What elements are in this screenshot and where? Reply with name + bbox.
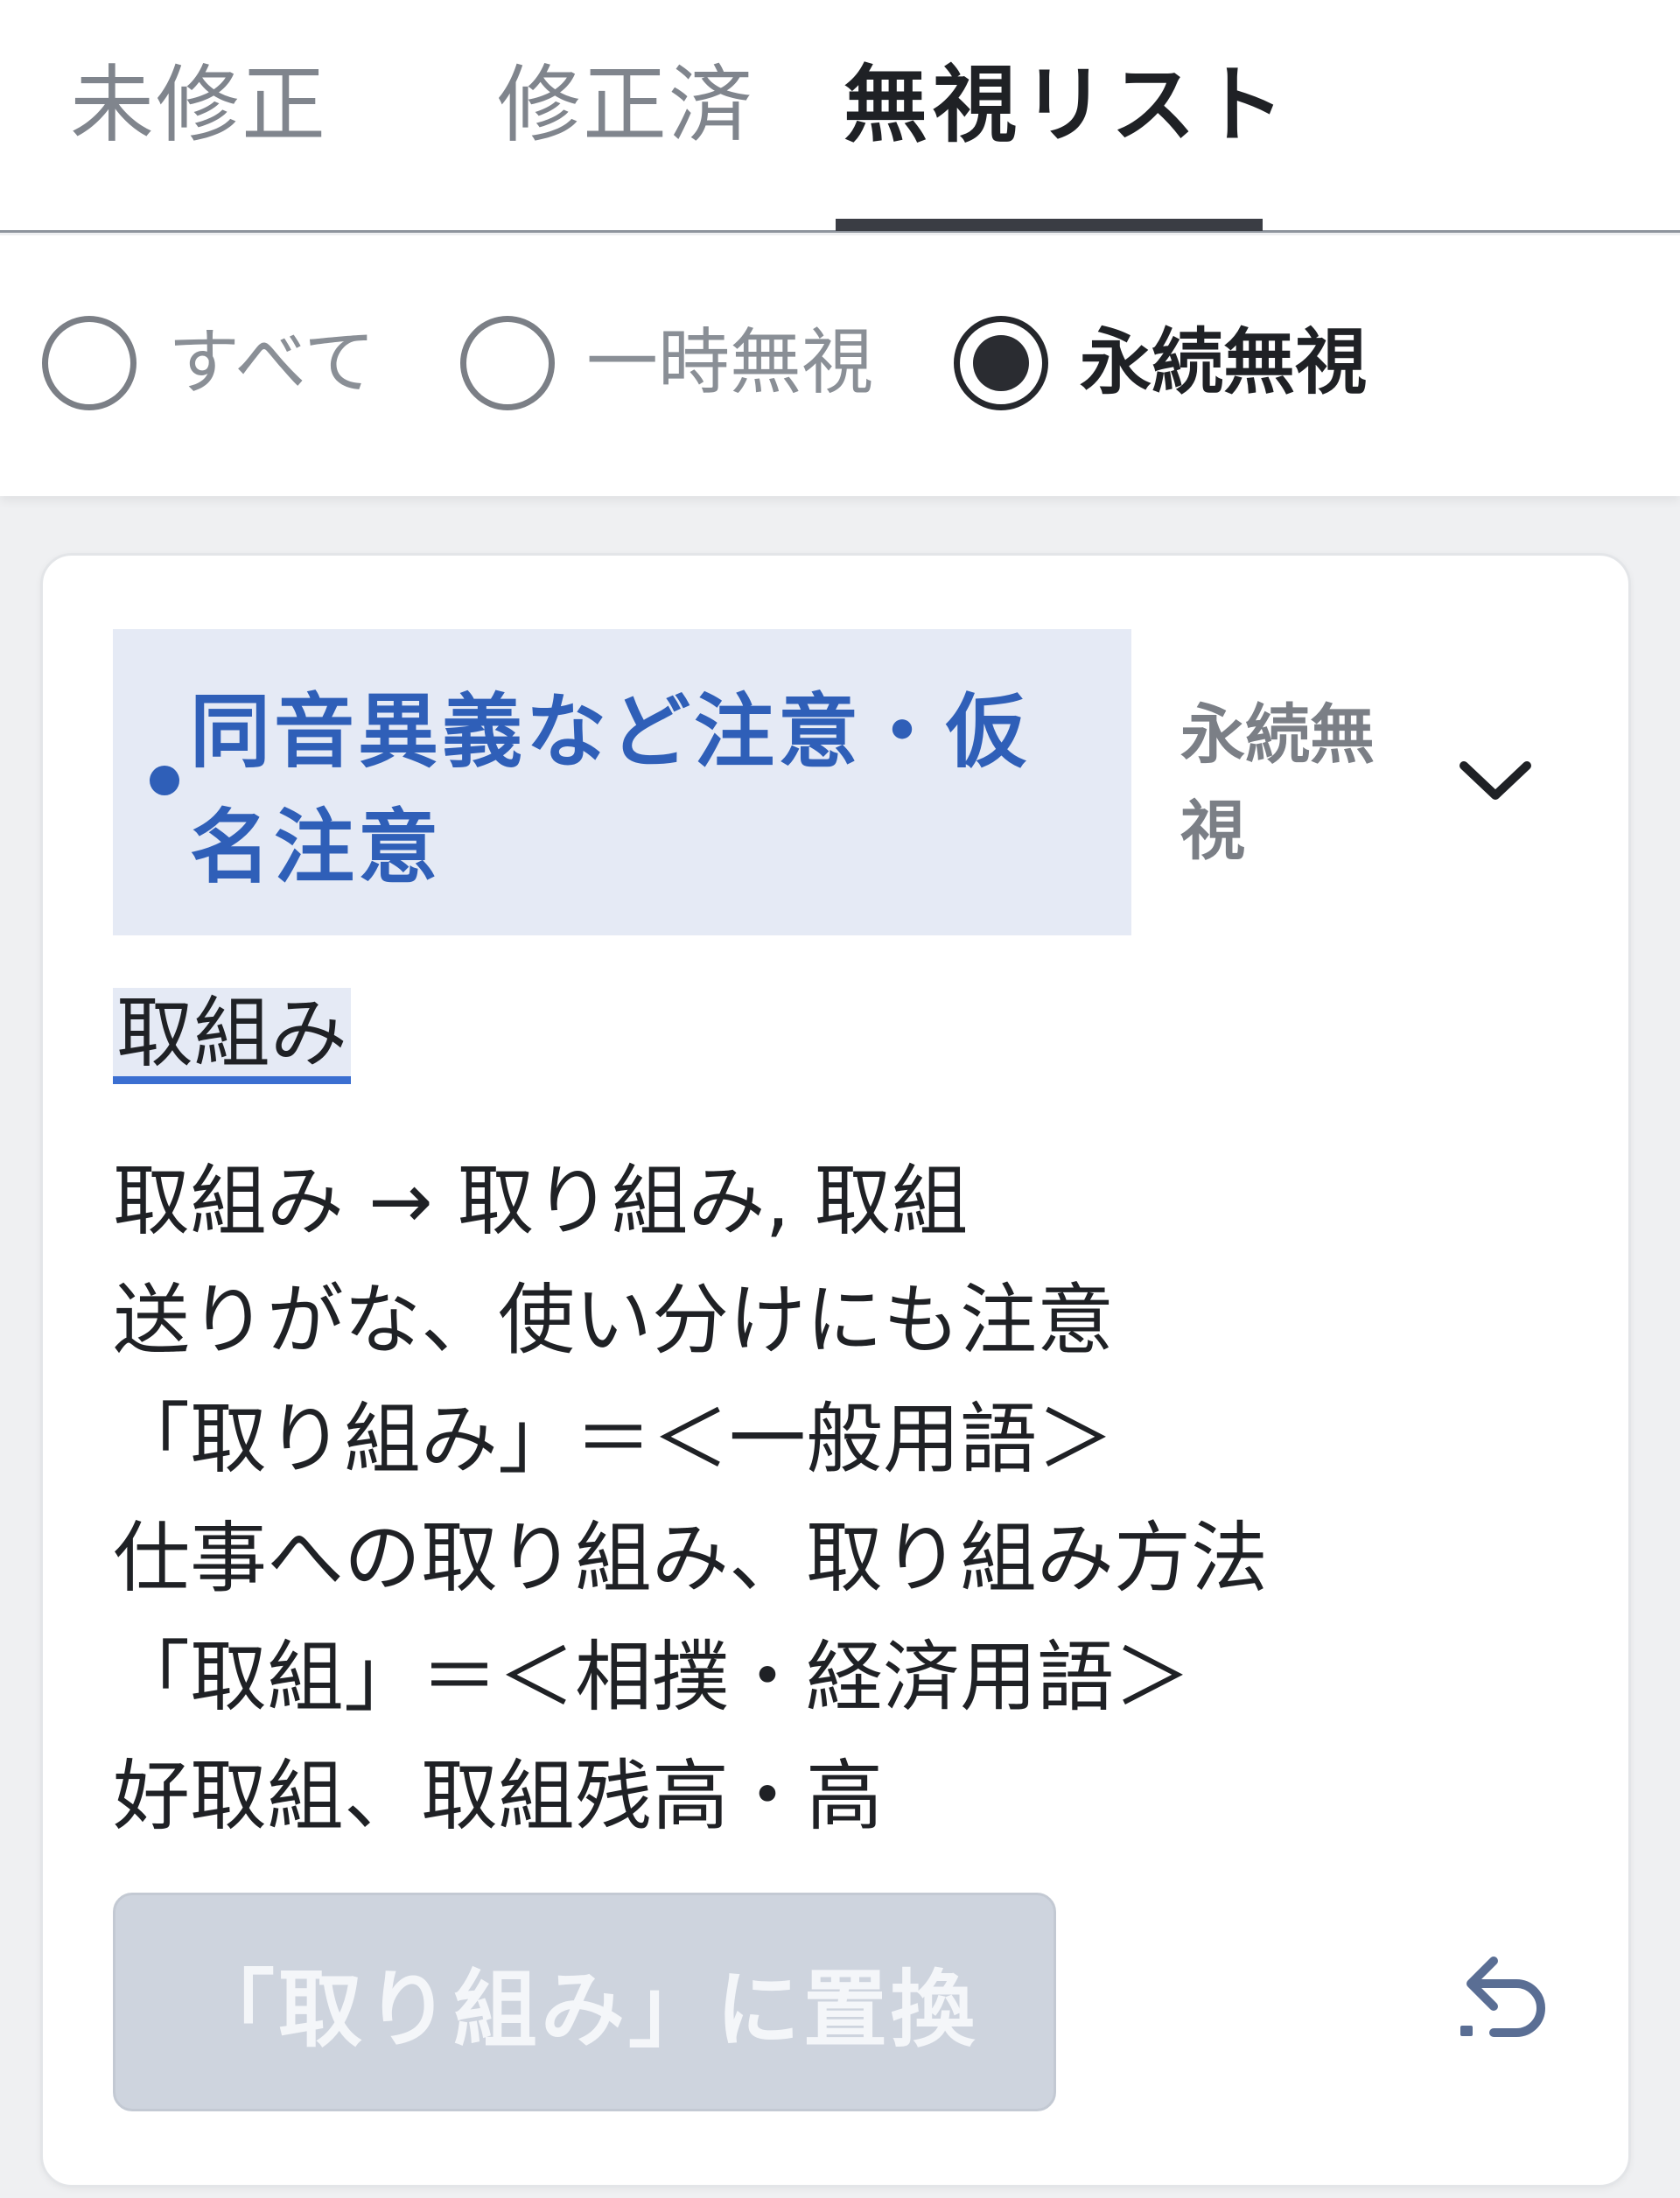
description-line: 「取組」＝＜相撲・経済用語＞ [113,1632,1192,1722]
undo-icon [1460,1956,1545,2037]
description-line: 好取組、取組残高・高 [113,1751,884,1841]
filter-radio-permanent[interactable]: 永続無視 [954,315,1367,411]
category-title: 同音異義など注意・仮名注意 [190,685,1031,894]
description-line: 仕事への取り組み、取り組み方法 [113,1513,1269,1603]
ignore-filter-bar: すべて 一時無視 永続無視 [0,235,1680,496]
filter-label-temporary: 一時無視 [586,321,874,404]
chevron-down-icon[interactable] [1453,739,1537,823]
filter-radio-all[interactable]: すべて [42,315,375,411]
undo-button[interactable] [1439,1929,1562,2052]
radio-unselected-icon[interactable] [460,316,555,410]
ignore-status-label: 永続無視 [1180,697,1375,869]
radio-selected-icon[interactable] [954,316,1048,410]
target-word: 取組み [113,988,352,1084]
filter-radio-temporary[interactable]: 一時無視 [460,315,873,411]
replace-button[interactable]: 「取り組み」に置換 [113,1893,1056,2111]
description: 取組み → 取り組み, 取組 送りがな、使い分けにも注意 「取り組み」＝＜一般用… [113,1142,1583,1856]
radio-dot [973,335,1029,391]
description-line: 送りがな、使い分けにも注意 [113,1275,1115,1365]
ignored-item-card: 同音異義など注意・仮名注意 永続無視 取組み 取組み → 取り組み, 取組 送り… [40,553,1631,2188]
filter-label-permanent: 永続無視 [1080,321,1368,404]
bullet-dot-icon [150,766,179,795]
description-line: 「取り組み」＝＜一般用語＞ [113,1394,1115,1484]
radio-unselected-icon[interactable] [42,316,136,410]
tab-ignore-list[interactable]: 無視リスト [844,61,1290,149]
description-line: 取組み → 取り組み, 取組 [113,1156,969,1246]
filter-label-all: すべて [168,321,375,404]
tab-unfixed[interactable]: 未修正 [70,61,327,149]
category-header: 同音異義など注意・仮名注意 [113,629,1131,935]
tab-bar: 未修正 修正済 無視リスト [0,0,1680,233]
active-tab-indicator [836,219,1263,231]
tab-fixed[interactable]: 修正済 [497,61,754,149]
